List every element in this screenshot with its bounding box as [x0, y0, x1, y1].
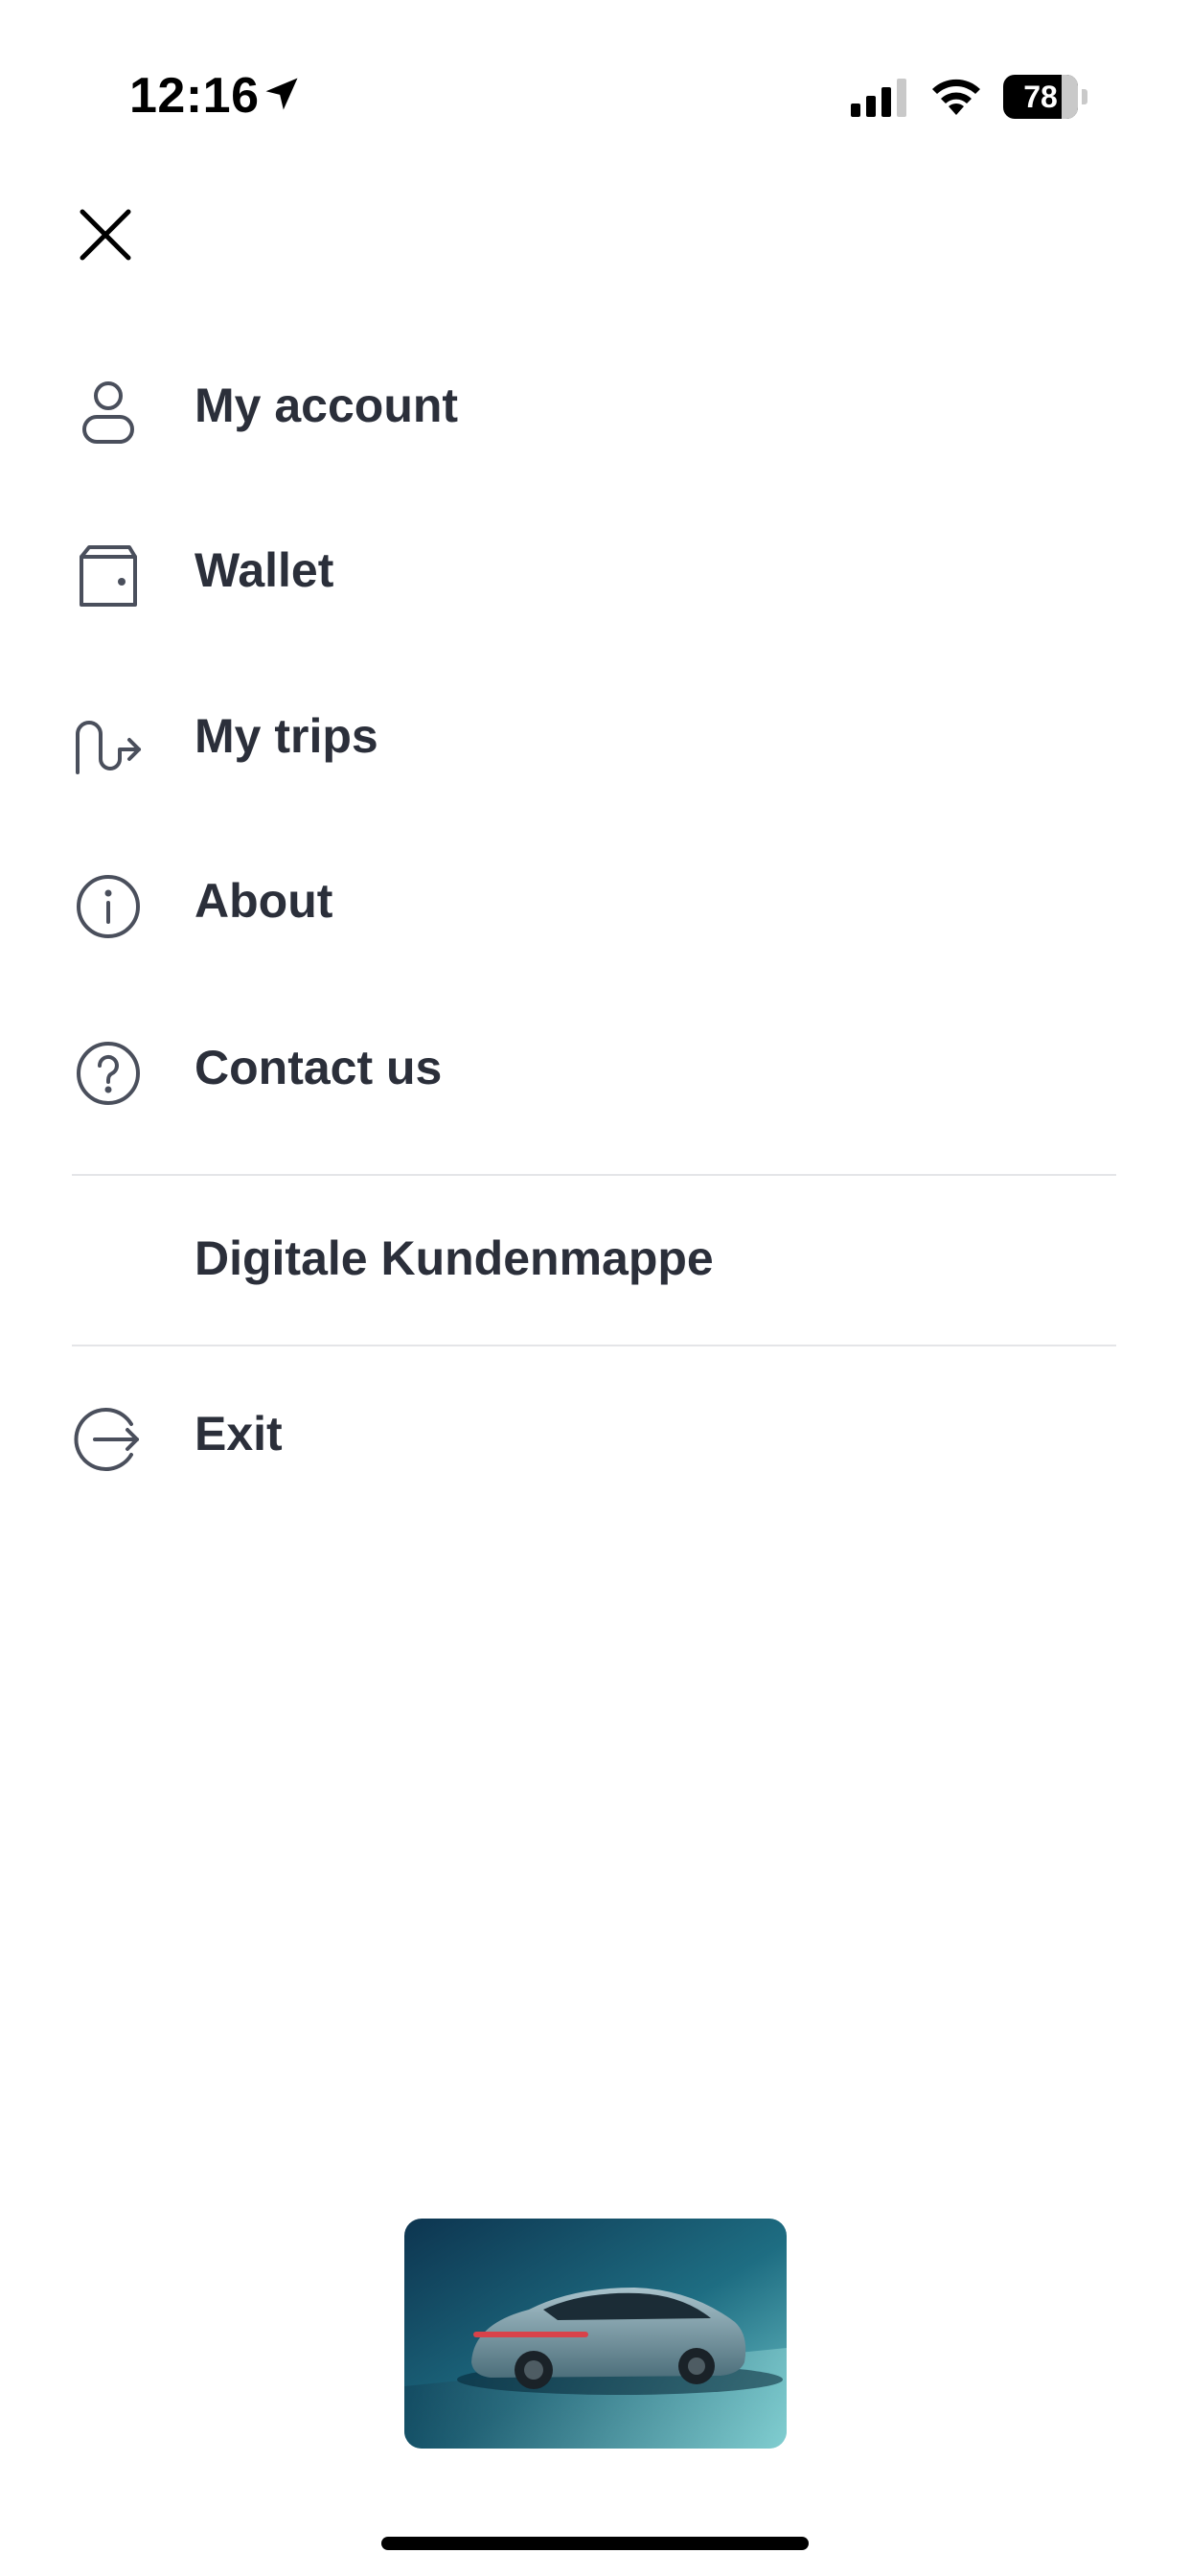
menu-item-label: My account — [195, 379, 459, 432]
menu-item-digitale-kundenmappe[interactable]: Digitale Kundenmappe — [72, 1201, 1116, 1316]
divider — [72, 1174, 1116, 1176]
menu-item-label: My trips — [195, 709, 378, 763]
close-button[interactable] — [67, 196, 144, 273]
battery-level: 78 — [1023, 80, 1058, 114]
home-indicator[interactable] — [381, 2537, 809, 2550]
help-icon — [77, 1042, 140, 1105]
wallet-icon — [80, 545, 137, 607]
wifi-icon — [932, 79, 980, 115]
menu-item-my-trips[interactable]: My trips — [72, 678, 1116, 794]
status-bar: 12:16 78 — [0, 0, 1190, 192]
cellular-signal-icon — [851, 79, 906, 117]
menu-item-exit[interactable]: Exit — [72, 1376, 1116, 1491]
info-icon — [77, 875, 140, 938]
battery-body: 78 — [1003, 75, 1078, 119]
car-illustration — [404, 2219, 787, 2449]
divider — [72, 1345, 1116, 1346]
exit-icon — [74, 1408, 139, 1471]
menu-item-label: Exit — [195, 1407, 283, 1460]
menu-item-wallet[interactable]: Wallet — [72, 513, 1116, 628]
battery-cap — [1082, 89, 1087, 104]
menu-item-contact-us[interactable]: Contact us — [72, 1010, 1116, 1125]
battery-icon: 78 — [1003, 75, 1087, 119]
menu-item-my-account[interactable]: My account — [72, 348, 1116, 463]
car-image[interactable] — [404, 2219, 787, 2449]
menu-item-label: Digitale Kundenmappe — [195, 1231, 714, 1285]
route-icon — [76, 721, 141, 774]
user-icon — [82, 381, 134, 444]
close-icon — [80, 209, 131, 261]
menu-item-label: About — [195, 874, 333, 928]
location-arrow-icon — [265, 78, 298, 110]
menu-item-label: Contact us — [195, 1041, 443, 1094]
menu-item-about[interactable]: About — [72, 843, 1116, 958]
status-time: 12:16 — [129, 68, 260, 124]
menu-item-label: Wallet — [195, 543, 334, 597]
